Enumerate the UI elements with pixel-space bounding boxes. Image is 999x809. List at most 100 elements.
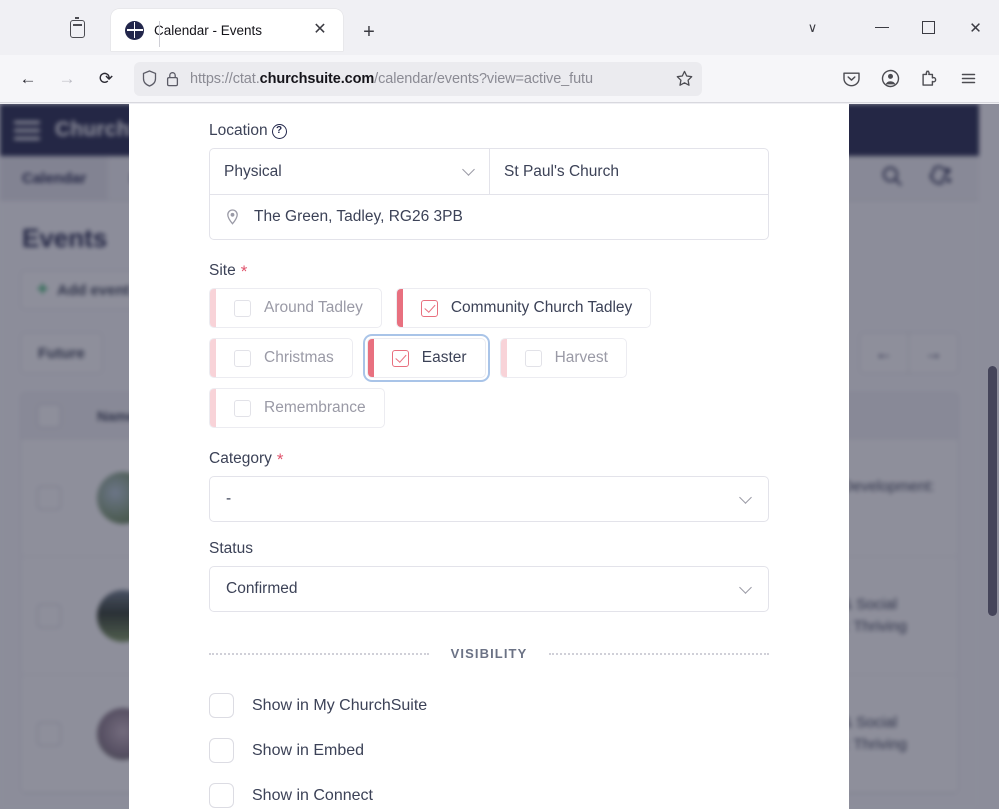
checkbox-icon[interactable] [209,693,234,718]
location-group: Physical St Paul's Church The Green, Tad… [209,148,769,240]
site-accent-bar [210,289,216,327]
visibility-option-label: Show in Connect [252,786,373,804]
visibility-section-label: VISIBILITY [450,646,528,661]
firefox-view-button[interactable] [60,14,94,44]
checkbox-checked-icon [391,349,409,367]
chevron-down-icon [462,165,475,178]
shield-icon[interactable] [141,70,158,88]
app-menu-icon[interactable] [950,62,986,96]
location-address-input[interactable]: The Green, Tadley, RG26 3PB [210,194,768,239]
tab-strip: Calendar - Events ✕ + ∨ ✕ [0,0,999,55]
category-required-marker: * [276,449,284,469]
checkbox-icon [234,349,251,367]
reload-button[interactable]: ⟳ [88,62,124,96]
site-accent-bar [396,289,403,327]
location-label: Location [209,122,268,139]
event-form-modal: Location ? Physical St Paul's Church The… [129,104,849,809]
checkbox-icon [524,349,542,367]
visibility-divider: VISIBILITY [209,646,770,661]
checkbox-icon[interactable] [209,738,234,763]
window-controls: ∨ ✕ [789,0,999,55]
category-field: Category * - [209,450,789,522]
navigation-toolbar: ← → ⟳ https://ctat.churchsuite.com/calen… [0,55,999,103]
chevron-down-icon [739,583,752,596]
status-select[interactable]: Confirmed [209,566,769,612]
close-tab-icon[interactable]: ✕ [307,17,333,43]
visibility-option-label: Show in Embed [252,741,365,759]
site-label-row: Site * [209,262,789,280]
site-accent-bar [210,339,216,377]
churchsuite-logo-icon [125,20,144,40]
star-icon[interactable] [673,70,695,87]
location-type-select[interactable]: Physical [210,149,490,194]
site-option-remembrance[interactable]: Remembrance [209,388,385,428]
site-option-easter[interactable]: Easter [366,338,486,378]
visibility-option-connect[interactable]: Show in Connect [209,773,789,809]
category-label: Category [209,450,272,467]
checkbox-icon [234,399,251,417]
divider-line-left [209,652,429,655]
category-select[interactable]: - [209,476,769,522]
site-option-harvest[interactable]: Harvest [499,338,627,378]
back-button[interactable]: ← [10,62,46,96]
site-option-label: Around Tadley [264,299,363,316]
divider-line-right [549,652,770,655]
visibility-option-my-churchsuite[interactable]: Show in My ChurchSuite [209,683,789,728]
site-accent-bar [500,339,507,377]
checkbox-icon[interactable] [209,783,234,808]
maximize-icon [922,21,935,34]
location-name-value: St Paul's Church [504,162,619,180]
visibility-option-label: Show in My ChurchSuite [252,696,428,714]
site-option-label: Easter [421,349,467,366]
category-label-row: Category * [209,450,789,468]
site-label: Site [209,262,236,279]
checkbox-checked-icon [420,299,438,317]
site-option-around-tadley[interactable]: Around Tadley [209,288,382,328]
tab-separator [159,21,160,47]
site-option-community-church-tadley[interactable]: Community Church Tadley [395,288,652,328]
lock-icon[interactable] [162,70,182,88]
site-accent-bar [210,389,216,427]
forward-button[interactable]: → [49,62,85,96]
site-accent-bar [367,339,374,377]
help-circle-icon[interactable]: ? [271,123,287,139]
url-path: /calendar/events?view=active_futu [374,70,593,87]
firefox-view-icon [69,17,85,38]
extensions-icon[interactable] [911,62,947,96]
list-all-tabs-button[interactable]: ∨ [789,6,836,50]
chevron-down-icon [739,493,752,506]
minimize-button[interactable] [858,6,905,50]
maximize-button[interactable] [905,6,952,50]
page-scrollbar[interactable] [988,366,997,616]
browser-tab[interactable]: Calendar - Events ✕ [111,9,343,51]
status-value: Confirmed [226,580,298,597]
site-option-label: Harvest [554,349,608,366]
location-name-input[interactable]: St Paul's Church [490,149,768,194]
url-domain: churchsuite.com [259,70,375,87]
category-value: - [226,490,232,507]
site-options: Around Tadley Community Church Tadley Ch… [209,288,769,428]
new-tab-button[interactable]: + [353,16,385,48]
site-required-marker: * [240,261,248,281]
site-field: Site * Around Tadley Community Church Ta… [209,262,789,428]
map-pin-icon [224,208,240,226]
url-bar[interactable]: https://ctat.churchsuite.com/calendar/ev… [134,61,702,96]
visibility-option-embed[interactable]: Show in Embed [209,728,789,773]
tab-title: Calendar - Events [154,22,263,38]
url-scheme: https://ctat. [190,70,260,87]
checkbox-icon [234,299,251,317]
toolbar-right-icons [833,62,989,96]
site-option-label: Community Church Tadley [450,299,633,316]
status-label-row: Status [209,540,789,558]
url-text[interactable]: https://ctat.churchsuite.com/calendar/ev… [190,71,673,87]
location-address-value: The Green, Tadley, RG26 3PB [254,208,463,225]
close-window-button[interactable]: ✕ [952,6,999,50]
account-icon[interactable] [872,62,908,96]
site-option-label: Christmas [264,349,334,366]
site-option-christmas[interactable]: Christmas [209,338,353,378]
location-type-value: Physical [224,162,282,180]
pocket-icon[interactable] [833,62,869,96]
site-option-label: Remembrance [264,399,366,416]
status-label: Status [209,540,253,557]
browser-window: Calendar - Events ✕ + ∨ ✕ ← → ⟳ https://… [0,0,999,809]
